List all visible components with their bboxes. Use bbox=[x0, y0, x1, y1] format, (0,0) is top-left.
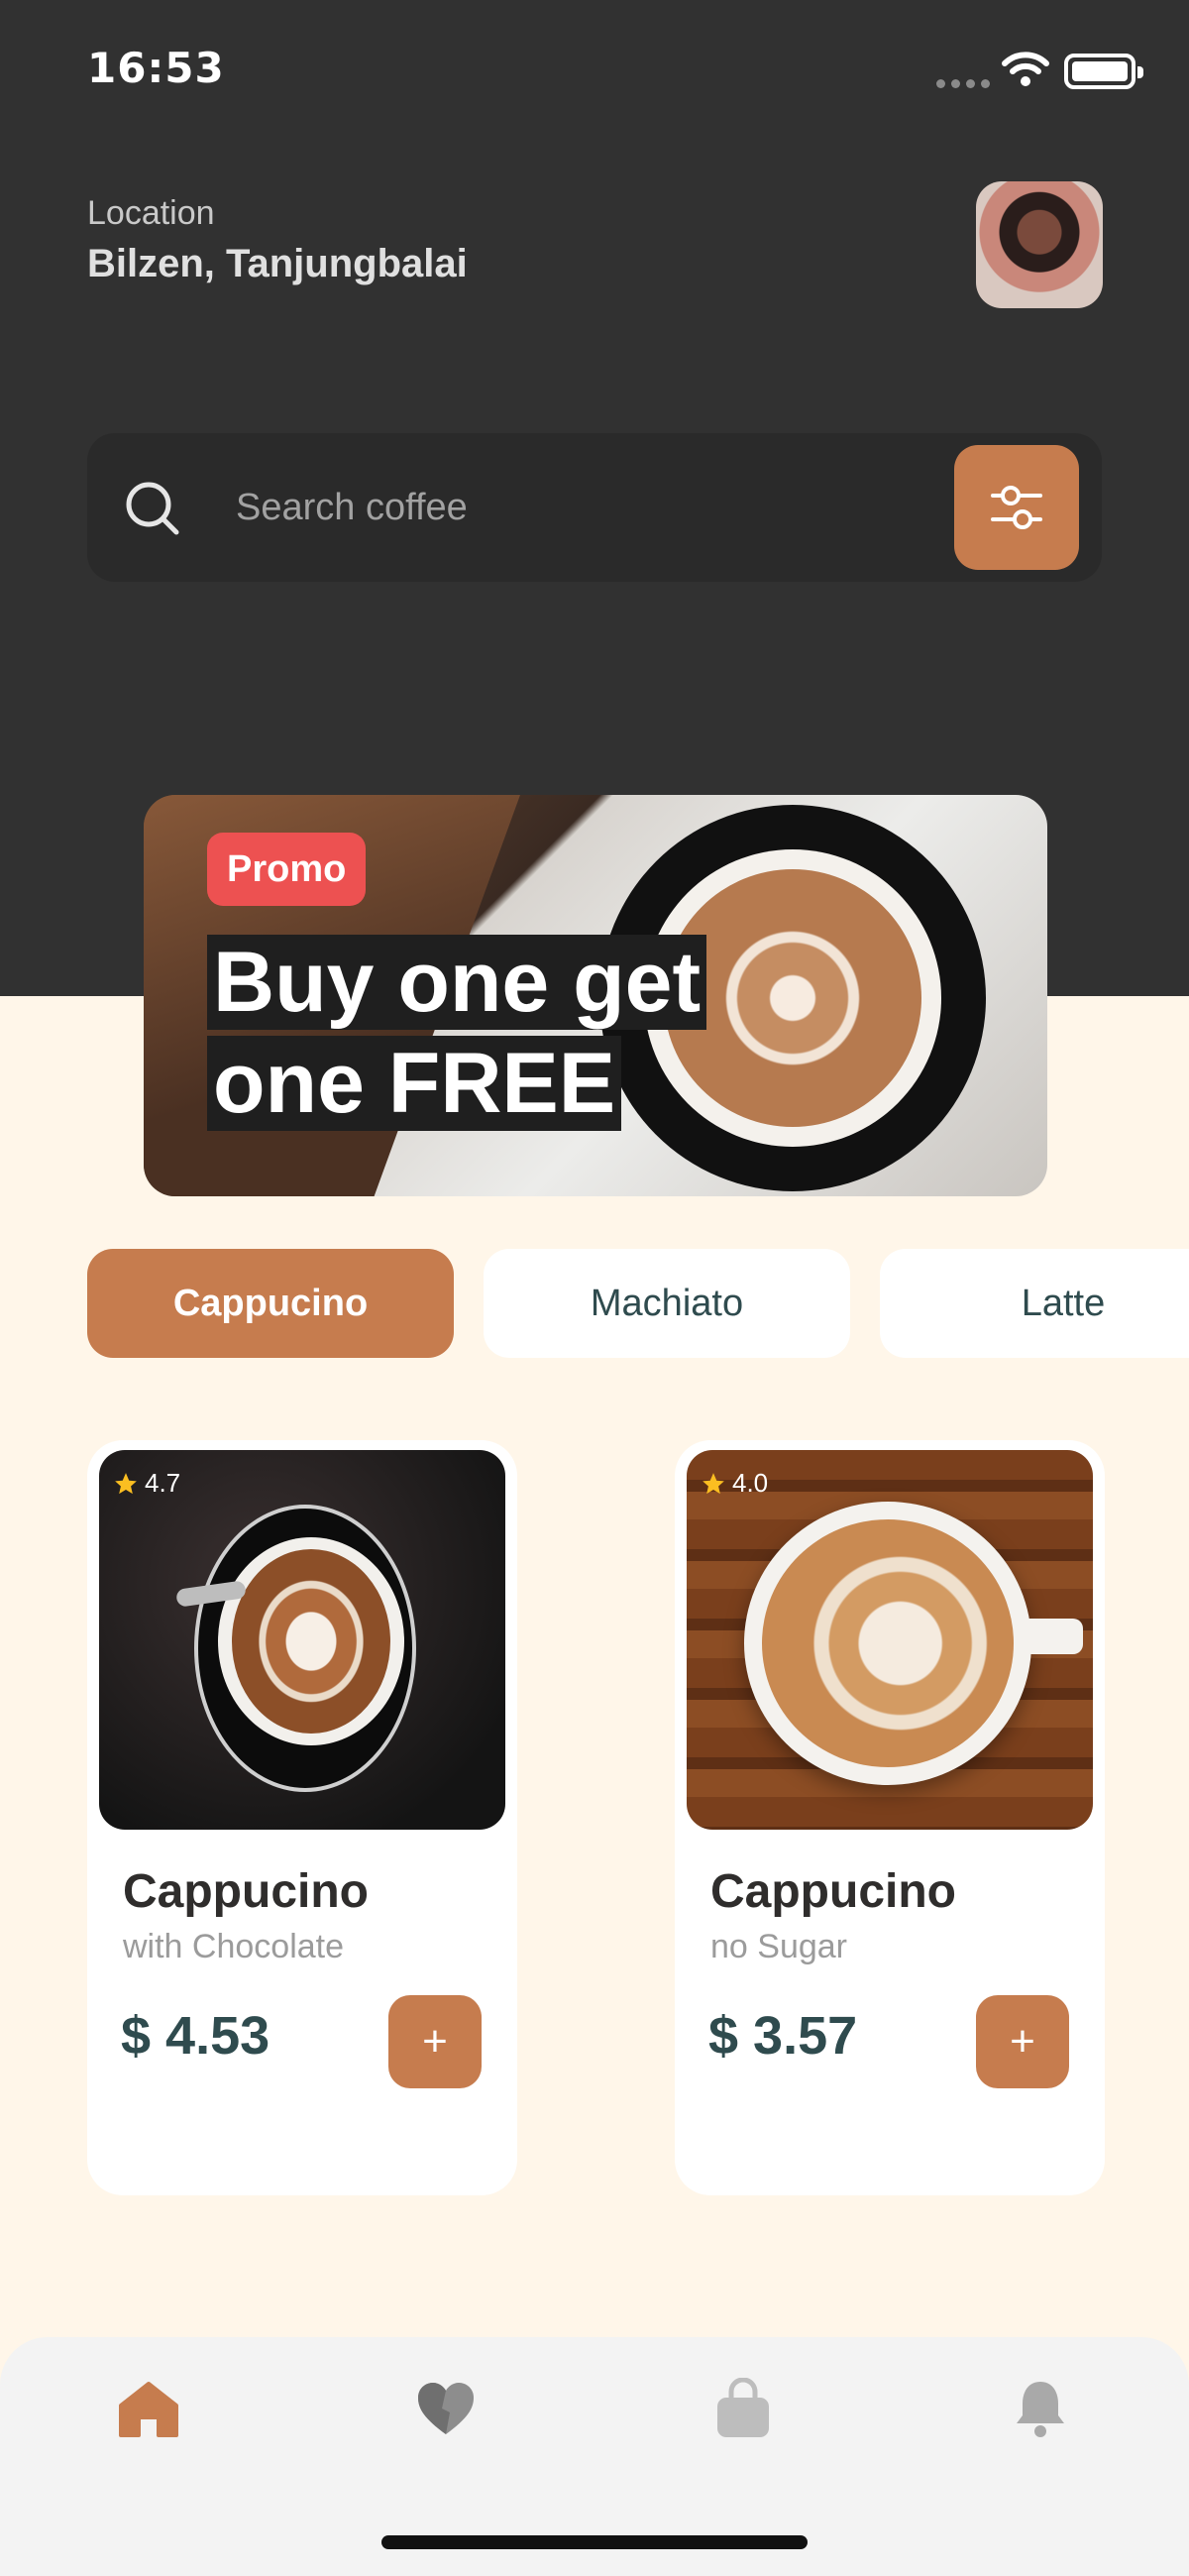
product-name: Cappucino bbox=[123, 1865, 369, 1918]
promo-banner[interactable]: Promo Buy one get one FREE bbox=[144, 795, 1047, 1196]
rating-badge: 4.0 bbox=[701, 1468, 768, 1499]
search-input[interactable] bbox=[236, 478, 830, 537]
wifi-icon bbox=[1002, 52, 1049, 86]
search-bar bbox=[87, 433, 1102, 582]
location-label: Location bbox=[87, 194, 215, 232]
rating-value: 4.7 bbox=[145, 1468, 181, 1498]
promo-badge: Promo bbox=[207, 833, 367, 906]
heart-icon bbox=[418, 2383, 474, 2434]
promo-headline-text1: Buy one get bbox=[207, 935, 707, 1030]
rating-value: 4.0 bbox=[732, 1468, 769, 1498]
battery-icon bbox=[1064, 54, 1143, 89]
signal-icon bbox=[936, 79, 990, 88]
location-value[interactable]: Bilzen, Tanjungbalai bbox=[87, 242, 468, 286]
nav-bag[interactable] bbox=[694, 2359, 793, 2458]
add-to-cart-button[interactable]: + bbox=[976, 1995, 1069, 2088]
product-price: $ 3.57 bbox=[708, 2006, 858, 2066]
category-tab-latte[interactable]: Latte bbox=[880, 1249, 1189, 1358]
product-name: Cappucino bbox=[710, 1865, 956, 1918]
product-card[interactable]: 4.7 Cappucino with Chocolate $ 4.53 + bbox=[87, 1440, 517, 2195]
filter-button[interactable] bbox=[954, 445, 1079, 570]
home-icon bbox=[119, 2382, 178, 2437]
category-tab-cappucino[interactable]: Cappucino bbox=[87, 1249, 454, 1358]
status-time: 16:53 bbox=[87, 44, 225, 92]
product-price: $ 4.53 bbox=[121, 2006, 270, 2066]
product-image: 4.7 bbox=[99, 1450, 505, 1830]
bag-icon bbox=[717, 2378, 769, 2437]
search-icon bbox=[126, 482, 179, 535]
home-screen: 16:53 Location Bilzen, Tanjungbalai Sear… bbox=[0, 0, 1189, 2576]
product-subtitle: with Chocolate bbox=[123, 1928, 345, 1965]
nav-notifications[interactable] bbox=[991, 2359, 1090, 2458]
product-image: 4.0 bbox=[687, 1450, 1093, 1830]
promo-headline-line1: Buy one get bbox=[207, 935, 707, 1030]
avatar[interactable] bbox=[976, 181, 1103, 308]
star-icon bbox=[703, 1472, 724, 1494]
product-card[interactable]: 4.0 Cappucino no Sugar $ 3.57 + bbox=[675, 1440, 1105, 2195]
star-icon bbox=[115, 1472, 137, 1494]
category-tab-machiato[interactable]: Machiato bbox=[484, 1249, 850, 1358]
home-indicator bbox=[381, 2535, 808, 2549]
product-subtitle: no Sugar bbox=[710, 1928, 847, 1965]
promo-headline-line2: one FREE bbox=[207, 1036, 622, 1131]
add-to-cart-button[interactable]: + bbox=[388, 1995, 482, 2088]
nav-home[interactable] bbox=[99, 2359, 198, 2458]
promo-headline-text2: one FREE bbox=[207, 1036, 622, 1131]
nav-favorites[interactable] bbox=[396, 2359, 495, 2458]
rating-badge: 4.7 bbox=[113, 1468, 180, 1499]
bell-icon bbox=[1017, 2382, 1064, 2437]
filter-icon bbox=[991, 486, 1042, 529]
